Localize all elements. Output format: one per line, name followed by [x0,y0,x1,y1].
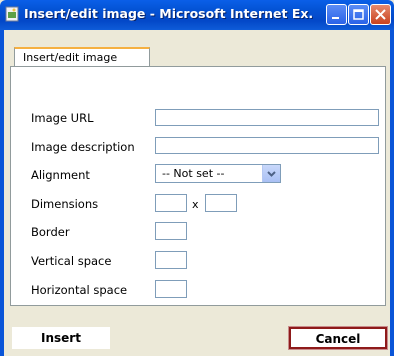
ie-document-icon [4,6,20,22]
image-description-label: Image description [31,140,135,154]
window-title: Insert/edit image - Microsoft Internet E… [24,6,314,21]
chevron-down-icon[interactable] [262,165,280,182]
image-url-label: Image URL [31,111,94,125]
tab-insert-edit-image[interactable]: Insert/edit image [14,47,150,67]
alignment-value: -- Not set -- [162,167,225,180]
border-input[interactable] [155,222,187,240]
general-panel: Image URL Image description Alignment --… [10,66,386,306]
vertical-space-label: Vertical space [31,254,112,268]
dimensions-label: Dimensions [31,197,99,211]
horizontal-space-label: Horizontal space [31,283,128,297]
dialog-body: Insert/edit image Image URL Image descri… [4,30,390,356]
insert-button[interactable]: Insert [12,327,110,349]
window-title-bar[interactable]: Insert/edit image - Microsoft Internet E… [0,0,394,30]
image-description-input[interactable] [155,137,379,154]
maximize-button[interactable] [348,4,369,25]
alignment-select[interactable]: -- Not set -- [155,164,281,183]
minimize-button[interactable] [326,4,347,25]
close-button[interactable] [370,4,391,25]
border-label: Border [31,225,70,239]
horizontal-space-input[interactable] [155,280,187,298]
window-border-right [390,30,394,356]
height-input[interactable] [205,194,237,212]
width-input[interactable] [155,194,187,212]
cancel-button[interactable]: Cancel [288,326,388,350]
image-url-input[interactable] [155,109,379,126]
dimensions-separator: x [192,198,199,211]
alignment-label: Alignment [31,168,90,182]
vertical-space-input[interactable] [155,251,187,269]
